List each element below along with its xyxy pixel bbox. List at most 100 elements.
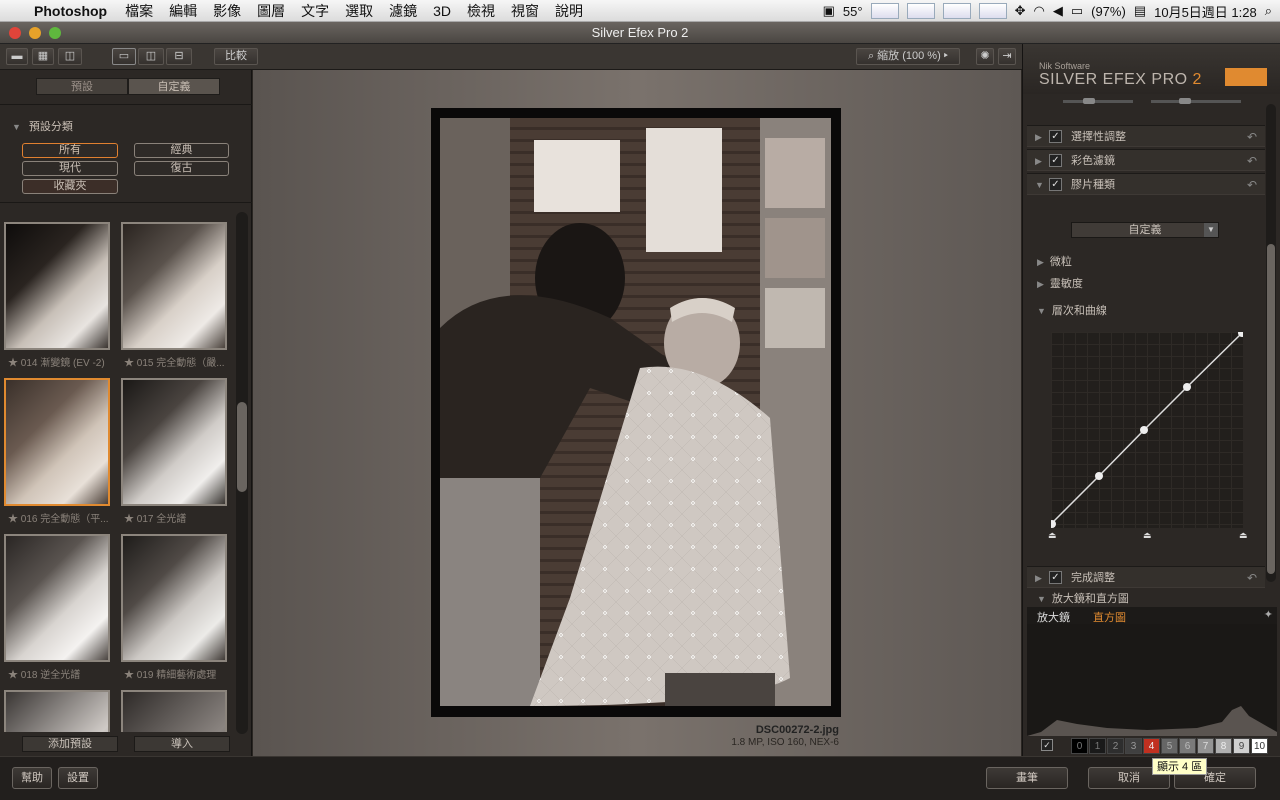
menu-item-layer[interactable]: 圖層: [257, 1, 285, 21]
subsection-grain[interactable]: ▶ 微粒: [1037, 253, 1072, 269]
curve-point[interactable]: [1095, 472, 1103, 480]
section-loupe-histogram[interactable]: ▼ 放大鏡和直方圖: [1037, 590, 1129, 606]
slider-thumb[interactable]: [1083, 98, 1095, 104]
pin-icon[interactable]: ✦: [1264, 608, 1273, 621]
menu-item-file[interactable]: 檔案: [125, 1, 153, 21]
reset-icon[interactable]: ↶: [1247, 150, 1257, 172]
compare-button[interactable]: 比較: [214, 48, 258, 65]
tone-curve-editor[interactable]: [1051, 332, 1243, 528]
wifi-icon[interactable]: ◠: [1033, 3, 1044, 19]
menu-item-view[interactable]: 檢視: [467, 1, 495, 21]
menu-item-3d[interactable]: 3D: [433, 3, 451, 19]
menu-item-window[interactable]: 視窗: [511, 1, 539, 21]
view-full-icon[interactable]: ▭: [112, 48, 136, 65]
category-all[interactable]: 所有: [22, 143, 118, 158]
adjustments-scrollbar[interactable]: [1266, 104, 1276, 582]
menu-item-filter[interactable]: 濾鏡: [389, 1, 417, 21]
menu-item-select[interactable]: 選取: [345, 1, 373, 21]
preset-thumbnail[interactable]: [4, 222, 110, 350]
slider-thumb[interactable]: [1179, 98, 1191, 104]
scrollbar-thumb[interactable]: [1267, 244, 1275, 574]
spotlight-search-icon[interactable]: ⌕: [1265, 3, 1272, 19]
category-classic[interactable]: 經典: [134, 143, 229, 158]
subsection-sensitivity[interactable]: ▶ 靈敏度: [1037, 275, 1083, 291]
zone-2[interactable]: 2: [1107, 738, 1124, 754]
brush-button[interactable]: 畫筆: [986, 767, 1068, 789]
expand-triangle-icon[interactable]: ▶: [1035, 567, 1042, 589]
enable-checkbox[interactable]: ✓: [1049, 178, 1062, 191]
category-header[interactable]: ▼ 預設分類: [12, 118, 73, 134]
tab-presets[interactable]: 預設: [36, 78, 128, 95]
zone-6[interactable]: 6: [1179, 738, 1196, 754]
lightbulb-icon[interactable]: ✺: [976, 48, 994, 65]
midpoint-handle-icon[interactable]: ⏏: [1143, 530, 1152, 541]
expand-triangle-icon[interactable]: ▶: [1035, 126, 1042, 148]
menu-app-name[interactable]: Photoshop: [34, 3, 107, 19]
import-button[interactable]: 導入: [134, 736, 230, 752]
zone-0[interactable]: 0: [1071, 738, 1088, 754]
preview-image[interactable]: [440, 118, 831, 706]
category-modern[interactable]: 現代: [22, 161, 118, 176]
subsection-levels-curves[interactable]: ▼ 層次和曲線: [1037, 302, 1107, 318]
white-point-handle-icon[interactable]: ⏏: [1239, 530, 1248, 541]
view-split-vertical-icon[interactable]: ◫: [138, 48, 164, 65]
enable-checkbox[interactable]: ✓: [1049, 154, 1062, 167]
volume-icon[interactable]: ◀: [1053, 3, 1063, 19]
minimize-window-icon[interactable]: [29, 27, 41, 39]
slider-track[interactable]: [1151, 100, 1241, 103]
close-window-icon[interactable]: [9, 27, 21, 39]
reset-icon[interactable]: ↶: [1247, 174, 1257, 196]
zone-3[interactable]: 3: [1125, 738, 1142, 754]
zone-8[interactable]: 8: [1215, 738, 1232, 754]
scrollbar-thumb[interactable]: [237, 402, 247, 492]
section-finishing-adjustments[interactable]: ▶ ✓ 完成調整 ↶: [1027, 566, 1265, 588]
preset-list-scrollbar[interactable]: [236, 212, 248, 734]
curve-point[interactable]: [1183, 383, 1191, 391]
tab-loupe[interactable]: 放大鏡: [1037, 609, 1070, 625]
preset-thumbnail[interactable]: [121, 222, 227, 350]
zoom-select[interactable]: ⌕ 縮放 (100 %) ▸: [856, 48, 960, 65]
curve-point[interactable]: [1051, 520, 1056, 528]
menu-item-image[interactable]: 影像: [213, 1, 241, 21]
category-vintage[interactable]: 復古: [134, 161, 229, 176]
zone-4[interactable]: 4: [1143, 738, 1160, 754]
help-button[interactable]: 幫助: [12, 767, 52, 789]
zone-1[interactable]: 1: [1089, 738, 1106, 754]
menu-item-edit[interactable]: 編輯: [169, 1, 197, 21]
view-grid-icon[interactable]: ▦: [32, 48, 54, 65]
zone-5[interactable]: 5: [1161, 738, 1178, 754]
category-favorites[interactable]: 收藏夾: [22, 179, 118, 194]
reset-icon[interactable]: ↶: [1247, 126, 1257, 148]
curve-point[interactable]: [1140, 426, 1148, 434]
black-point-handle-icon[interactable]: ⏏: [1048, 530, 1057, 541]
preset-thumbnail-selected[interactable]: [4, 378, 110, 506]
slider-track[interactable]: [1063, 100, 1133, 103]
menu-item-type[interactable]: 文字: [301, 1, 329, 21]
add-preset-button[interactable]: 添加預設: [22, 736, 118, 752]
tab-custom[interactable]: 自定義: [128, 78, 220, 95]
section-selective-adjustments[interactable]: ▶ ✓ 選擇性調整 ↶: [1027, 125, 1265, 147]
menu-item-help[interactable]: 說明: [555, 1, 583, 21]
zone-10[interactable]: 10: [1251, 738, 1268, 754]
flag-icon[interactable]: ▤: [1134, 3, 1146, 19]
section-film-types[interactable]: ▼ ✓ 膠片種類 ↶: [1027, 173, 1265, 195]
preset-thumbnail[interactable]: [4, 690, 110, 732]
preset-thumbnail[interactable]: [121, 690, 227, 732]
reset-icon[interactable]: ↶: [1247, 567, 1257, 589]
view-single-icon[interactable]: ▬: [6, 48, 28, 65]
section-color-filters[interactable]: ▶ ✓ 彩色濾鏡 ↶: [1027, 149, 1265, 171]
panel-toggle-icon[interactable]: ⇥: [998, 48, 1016, 65]
collapse-triangle-icon[interactable]: ▼: [1035, 174, 1044, 196]
enable-checkbox[interactable]: ✓: [1049, 571, 1062, 584]
zoom-window-icon[interactable]: [49, 27, 61, 39]
battery-icon[interactable]: ▭: [1071, 3, 1083, 19]
zone-9[interactable]: 9: [1233, 738, 1250, 754]
move-icon[interactable]: ✥: [1015, 3, 1026, 19]
tab-histogram[interactable]: 直方圖: [1093, 609, 1126, 625]
preset-thumbnail[interactable]: [4, 534, 110, 662]
enable-checkbox[interactable]: ✓: [1049, 130, 1062, 143]
monitor-icon[interactable]: ▣: [823, 3, 835, 19]
preset-thumbnail[interactable]: [121, 534, 227, 662]
settings-button[interactable]: 設置: [58, 767, 98, 789]
expand-triangle-icon[interactable]: ▶: [1035, 150, 1042, 172]
